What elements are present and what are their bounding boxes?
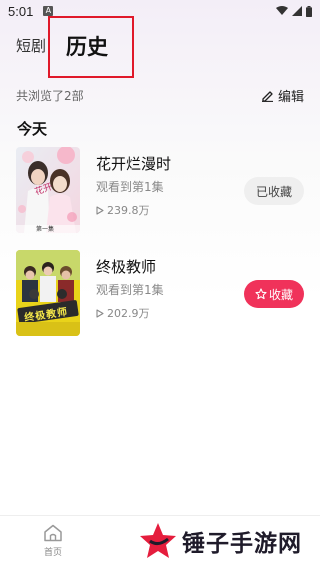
play-icon (96, 308, 104, 318)
drama-poster[interactable]: 花开 第一集 (16, 147, 80, 233)
drama-title: 终极教师 (96, 258, 157, 276)
watermark-text: 锤子手游网 (182, 531, 302, 557)
status-time: 5:01 (8, 3, 34, 19)
star-logo-icon (140, 523, 176, 558)
nav-home-label: 首页 (43, 548, 62, 558)
collected-button[interactable]: 已收藏 (244, 177, 304, 205)
home-icon (44, 524, 62, 542)
play-count: 202.9万 (96, 305, 150, 321)
section-title-today: 今天 (17, 120, 48, 138)
tab-history[interactable]: 历史 (66, 31, 108, 61)
notification-a-icon: A (43, 6, 54, 16)
edit-label: 编辑 (277, 89, 304, 105)
drama-poster[interactable]: 终极教师 (16, 250, 80, 336)
star-icon (255, 288, 267, 300)
play-icon (96, 205, 104, 215)
browse-count: 共浏览了2部 (16, 88, 84, 103)
watermark: 锤子手游网 (138, 520, 308, 562)
tab-short-drama[interactable]: 短剧 (16, 35, 46, 56)
watch-progress: 观看到第1集 (96, 180, 164, 194)
poster-image-flowers: 花开 (16, 147, 80, 233)
collect-label: 收藏 (268, 287, 293, 302)
nav-home[interactable]: 首页 (38, 524, 68, 558)
list-item[interactable]: 终极教师 终极教师 观看到第1集 202.9万 收藏 (16, 250, 304, 336)
signal-icon (292, 6, 302, 16)
poster-episode-tag: 第一集 (36, 226, 55, 233)
play-count-value: 202.9万 (107, 307, 150, 320)
play-count: 239.8万 (96, 202, 150, 218)
battery-icon (306, 5, 312, 17)
collected-label: 已收藏 (255, 184, 292, 199)
edit-button[interactable]: 编辑 (261, 86, 304, 105)
drama-title: 花开烂漫时 (96, 155, 172, 173)
status-icons (276, 5, 312, 17)
watch-progress: 观看到第1集 (96, 283, 164, 297)
history-summary: 共浏览了2部 编辑 (16, 86, 304, 105)
collect-button[interactable]: 收藏 (244, 280, 304, 308)
wifi-icon (276, 6, 288, 15)
top-tabs: 短剧 历史 (0, 16, 320, 78)
play-count-value: 239.8万 (107, 204, 150, 217)
pencil-icon (261, 90, 273, 102)
list-item[interactable]: 花开 第一集 花开烂漫时 观看到第1集 239.8万 已收藏 (16, 147, 304, 233)
